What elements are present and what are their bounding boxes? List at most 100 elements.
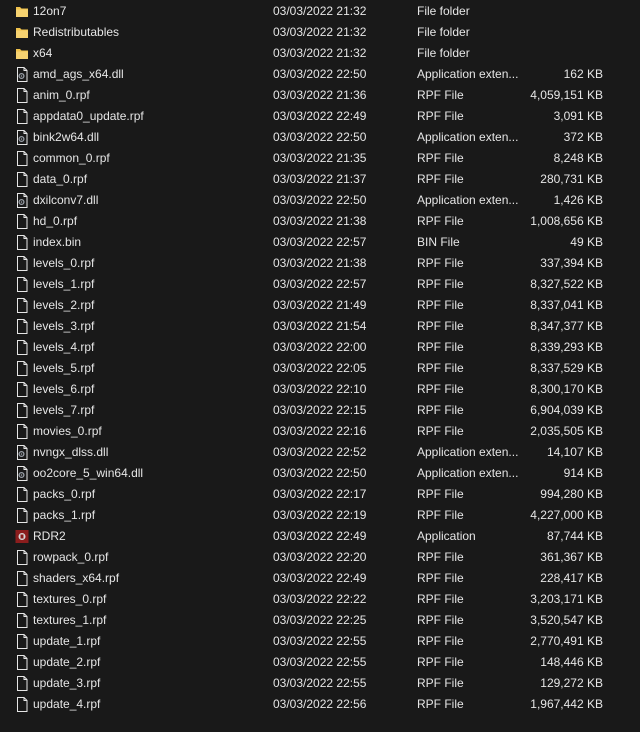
file-row[interactable]: levels_1.rpf 03/03/2022 22:57 RPF File 8,32…	[0, 274, 640, 295]
file-row[interactable]: levels_6.rpf 03/03/2022 22:10 RPF File 8,30…	[0, 379, 640, 400]
file-row[interactable]: update_2.rpf 03/03/2022 22:55 RPF File 148,…	[0, 652, 640, 673]
file-row[interactable]: update_3.rpf 03/03/2022 22:55 RPF File 129,…	[0, 673, 640, 694]
file-icon	[15, 633, 29, 650]
file-name: nvngx_dlss.dll	[33, 445, 109, 459]
file-type: RPF File	[417, 340, 464, 354]
file-type: RPF File	[417, 403, 464, 417]
file-row[interactable]: anim_0.rpf 03/03/2022 21:36 RPF File 4,059,…	[0, 85, 640, 106]
file-name: levels_2.rpf	[33, 298, 95, 312]
file-row[interactable]: dxilconv7.dll 03/03/2022 22:50 Application…	[0, 190, 640, 211]
file-date-modified: 03/03/2022 22:55	[273, 655, 367, 669]
file-row[interactable]: levels_5.rpf 03/03/2022 22:05 RPF File 8,33…	[0, 358, 640, 379]
file-name: textures_0.rpf	[33, 592, 107, 606]
file-row[interactable]: shaders_x64.rpf 03/03/2022 22:49 RPF File 2…	[0, 568, 640, 589]
file-type: Application	[417, 529, 476, 543]
file-icon	[15, 402, 29, 419]
file-size: 2,035,505 KB	[530, 424, 603, 438]
file-icon	[15, 150, 29, 167]
file-icon	[15, 360, 29, 377]
file-size: 3,520,547 KB	[530, 613, 603, 627]
dll-file-icon	[15, 66, 29, 83]
file-row[interactable]: index.bin 03/03/2022 22:57 BIN File 49 KB	[0, 232, 640, 253]
file-name: levels_7.rpf	[33, 403, 95, 417]
file-row[interactable]: data_0.rpf 03/03/2022 21:37 RPF File 280,73…	[0, 169, 640, 190]
file-row[interactable]: update_1.rpf 03/03/2022 22:55 RPF File 2,77…	[0, 631, 640, 652]
file-row[interactable]: textures_1.rpf 03/03/2022 22:25 RPF File 3,…	[0, 610, 640, 631]
file-row[interactable]: textures_0.rpf 03/03/2022 22:22 RPF File 3,…	[0, 589, 640, 610]
file-row[interactable]: update_4.rpf 03/03/2022 22:56 RPF File 1,96…	[0, 694, 640, 715]
file-type: Application exten...	[417, 466, 519, 480]
file-row[interactable]: bink2w64.dll 03/03/2022 22:50 Application …	[0, 127, 640, 148]
file-row[interactable]: levels_2.rpf 03/03/2022 21:49 RPF File 8,33…	[0, 295, 640, 316]
file-size: 4,227,000 KB	[530, 508, 603, 522]
file-type: File folder	[417, 4, 470, 18]
file-icon	[15, 549, 29, 566]
folder-icon	[15, 24, 29, 41]
file-name: levels_6.rpf	[33, 382, 95, 396]
file-type: RPF File	[417, 697, 464, 711]
file-name: index.bin	[33, 235, 82, 249]
file-date-modified: 03/03/2022 22:52	[273, 445, 367, 459]
file-row[interactable]: nvngx_dlss.dll 03/03/2022 22:52 Applicatio…	[0, 442, 640, 463]
file-date-modified: 03/03/2022 22:49	[273, 529, 367, 543]
app-icon	[15, 528, 29, 545]
file-row[interactable]: packs_0.rpf 03/03/2022 22:17 RPF File 994,2…	[0, 484, 640, 505]
file-row[interactable]: Redistributables 03/03/2022 21:32 File fol…	[0, 22, 640, 43]
file-size: 228,417 KB	[540, 571, 603, 585]
file-row[interactable]: movies_0.rpf 03/03/2022 22:16 RPF File 2,03…	[0, 421, 640, 442]
file-type: Application exten...	[417, 130, 519, 144]
file-row[interactable]: hd_0.rpf 03/03/2022 21:38 RPF File 1,008,65…	[0, 211, 640, 232]
file-type: RPF File	[417, 277, 464, 291]
file-icon	[15, 297, 29, 314]
file-name: levels_0.rpf	[33, 256, 95, 270]
file-row[interactable]: RDR2 03/03/2022 22:49 Application 87,744 KB	[0, 526, 640, 547]
file-name: data_0.rpf	[33, 172, 88, 186]
file-type: BIN File	[417, 235, 460, 249]
file-name: RDR2	[33, 529, 66, 543]
file-date-modified: 03/03/2022 22:16	[273, 424, 367, 438]
dll-file-icon	[15, 192, 29, 209]
file-row[interactable]: levels_7.rpf 03/03/2022 22:15 RPF File 6,90…	[0, 400, 640, 421]
file-row[interactable]: x64 03/03/2022 21:32 File folder	[0, 43, 640, 64]
file-date-modified: 03/03/2022 22:15	[273, 403, 367, 417]
file-date-modified: 03/03/2022 22:20	[273, 550, 367, 564]
file-row[interactable]: rowpack_0.rpf 03/03/2022 22:20 RPF File 361…	[0, 547, 640, 568]
file-row[interactable]: oo2core_5_win64.dll 03/03/2022 22:50 Appli…	[0, 463, 640, 484]
file-name: x64	[33, 46, 53, 60]
file-date-modified: 03/03/2022 22:55	[273, 634, 367, 648]
file-date-modified: 03/03/2022 22:49	[273, 109, 367, 123]
file-icon	[15, 234, 29, 251]
file-name: levels_1.rpf	[33, 277, 95, 291]
file-row[interactable]: packs_1.rpf 03/03/2022 22:19 RPF File 4,227…	[0, 505, 640, 526]
file-date-modified: 03/03/2022 22:57	[273, 277, 367, 291]
folder-icon	[15, 45, 29, 62]
file-row[interactable]: 12on7 03/03/2022 21:32 File folder	[0, 1, 640, 22]
file-type: RPF File	[417, 172, 464, 186]
file-row[interactable]: levels_3.rpf 03/03/2022 21:54 RPF File 8,34…	[0, 316, 640, 337]
file-date-modified: 03/03/2022 21:32	[273, 46, 367, 60]
file-row[interactable]: levels_0.rpf 03/03/2022 21:38 RPF File 337,…	[0, 253, 640, 274]
file-date-modified: 03/03/2022 22:57	[273, 235, 367, 249]
file-name: update_4.rpf	[33, 697, 101, 711]
file-date-modified: 03/03/2022 21:36	[273, 88, 367, 102]
file-type: RPF File	[417, 361, 464, 375]
file-type: RPF File	[417, 424, 464, 438]
file-icon	[15, 423, 29, 440]
file-icon	[15, 612, 29, 629]
file-icon	[15, 339, 29, 356]
file-size: 994,280 KB	[540, 487, 603, 501]
file-type: RPF File	[417, 319, 464, 333]
file-row[interactable]: appdata0_update.rpf 03/03/2022 22:49 RPF F…	[0, 106, 640, 127]
file-type: RPF File	[417, 634, 464, 648]
file-date-modified: 03/03/2022 21:38	[273, 256, 367, 270]
file-type: RPF File	[417, 298, 464, 312]
file-size: 8,327,522 KB	[530, 277, 603, 291]
file-date-modified: 03/03/2022 21:49	[273, 298, 367, 312]
file-date-modified: 03/03/2022 22:25	[273, 613, 367, 627]
file-name: update_2.rpf	[33, 655, 101, 669]
file-row[interactable]: amd_ags_x64.dll 03/03/2022 22:50 Applicati…	[0, 64, 640, 85]
file-date-modified: 03/03/2022 22:49	[273, 571, 367, 585]
file-size: 914 KB	[563, 466, 603, 480]
file-row[interactable]: common_0.rpf 03/03/2022 21:35 RPF File 8,24…	[0, 148, 640, 169]
file-row[interactable]: levels_4.rpf 03/03/2022 22:00 RPF File 8,33…	[0, 337, 640, 358]
